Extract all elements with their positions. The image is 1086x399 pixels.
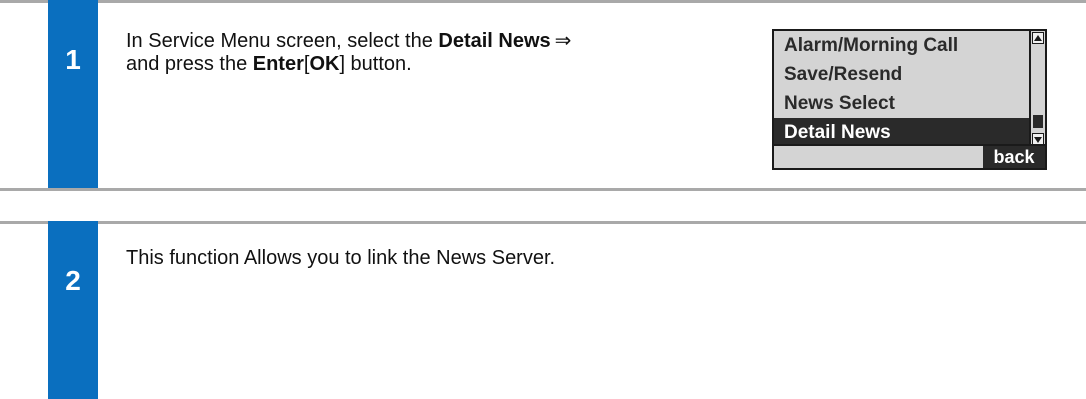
lcd-screen: Alarm/Morning Call Save/Resend News Sele… xyxy=(772,29,1047,170)
step-number: 2 xyxy=(65,265,81,296)
step-instruction: In Service Menu screen, select the Detai… xyxy=(126,30,571,76)
step-1: 1 In Service Menu screen, select the Det… xyxy=(0,0,1086,191)
scroll-up-icon[interactable] xyxy=(1032,32,1044,44)
step-description: This function Allows you to link the New… xyxy=(126,247,556,269)
arrow-icon: ⇒ xyxy=(554,30,572,52)
instruction-text: In Service Menu screen, select the xyxy=(126,30,439,52)
instruction-text: ] button. xyxy=(339,53,412,75)
menu-item-save-resend[interactable]: Save/Resend xyxy=(774,60,1029,89)
enter-label: Enter xyxy=(252,53,304,75)
bottom-rule xyxy=(0,188,1086,191)
top-rule xyxy=(0,0,1086,3)
menu-item-alarm-morning-call[interactable]: Alarm/Morning Call xyxy=(774,31,1029,60)
scroll-thumb[interactable] xyxy=(1033,115,1043,128)
scrollbar[interactable] xyxy=(1029,31,1045,146)
step-number: 1 xyxy=(65,44,81,75)
step-2: 2 This function Allows you to link the N… xyxy=(0,221,1086,399)
menu-item-news-select[interactable]: News Select xyxy=(774,89,1029,118)
menu-item-detail-news[interactable]: Detail News xyxy=(774,118,1029,147)
softkey-bar: back xyxy=(774,144,1045,168)
top-rule xyxy=(0,221,1086,224)
service-menu-list: Alarm/Morning Call Save/Resend News Sele… xyxy=(774,31,1029,147)
detail-news-label: Detail News xyxy=(438,30,551,52)
instruction-text: and press the xyxy=(126,53,253,75)
ok-label: OK xyxy=(309,53,340,75)
back-softkey[interactable]: back xyxy=(983,146,1045,168)
step-number-column: 1 xyxy=(48,0,98,191)
step-number-column: 2 xyxy=(48,221,98,399)
